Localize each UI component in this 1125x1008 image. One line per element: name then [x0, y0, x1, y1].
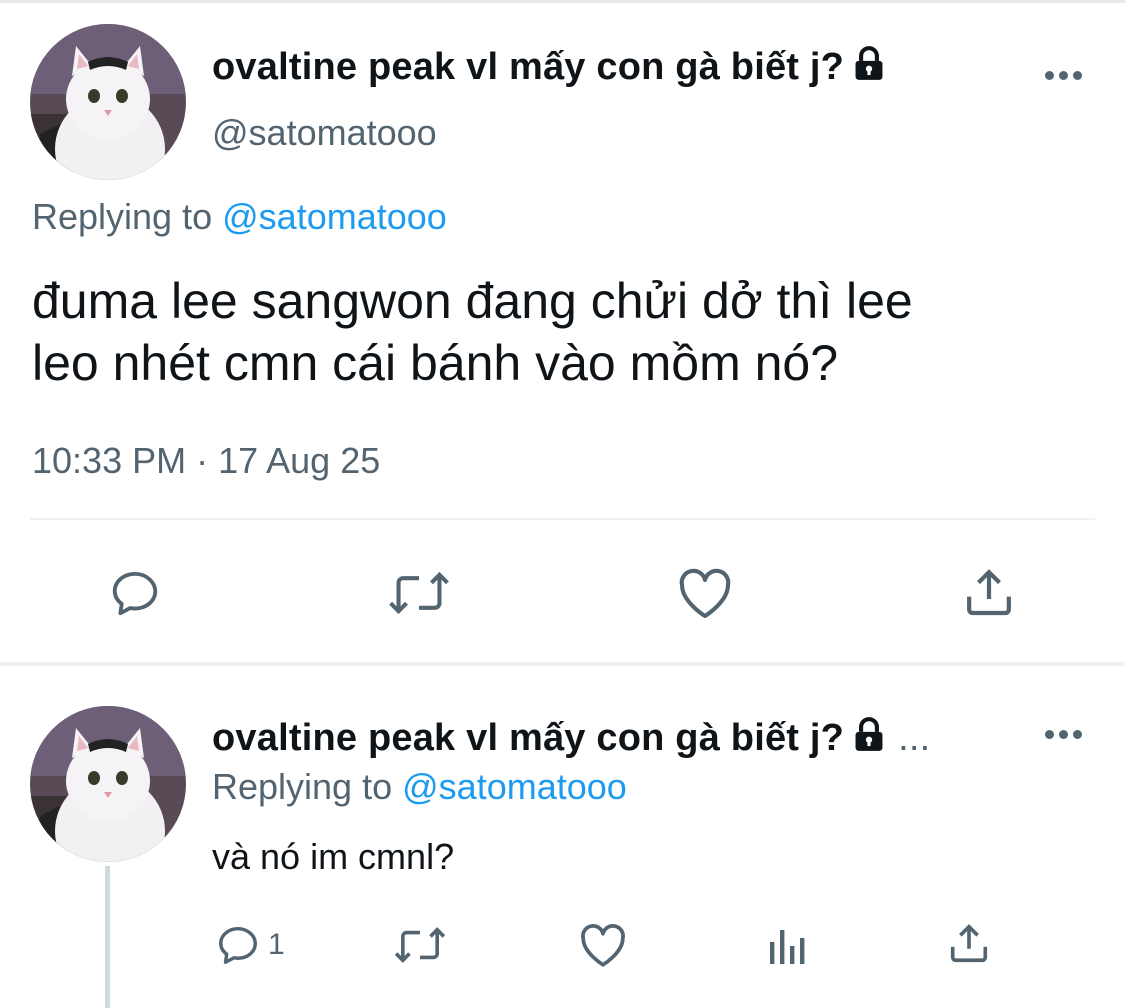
handle[interactable]: @satomatooo	[212, 112, 437, 154]
thread-line	[105, 866, 110, 1008]
reply-button[interactable]	[106, 566, 164, 620]
reply-text: và nó im cmnl?	[212, 836, 455, 877]
reply-reply-button[interactable]: 1	[214, 922, 285, 968]
truncation-ellipsis: ...	[898, 717, 931, 759]
reply-display-name[interactable]: ovaltine peak vl mấy con gà biết j?...	[212, 716, 930, 764]
cat-avatar-icon	[30, 706, 186, 862]
lock-icon	[850, 716, 888, 764]
reply-icon	[219, 926, 257, 964]
views-button[interactable]	[764, 924, 808, 968]
section-separator	[0, 662, 1125, 666]
timestamp[interactable]: 10:33 PM · 17 Aug 25	[32, 440, 380, 482]
more-options-icon[interactable]	[1045, 71, 1085, 83]
tweet-text: đuma lee sangwon đang chửi dở thì lee le…	[32, 273, 913, 391]
divider	[30, 518, 1095, 520]
like-icon	[679, 568, 731, 619]
like-icon	[581, 924, 625, 967]
share-button[interactable]	[960, 564, 1018, 620]
retweet-icon	[394, 927, 446, 963]
reply-like-button[interactable]	[578, 922, 628, 968]
lock-icon	[850, 45, 888, 93]
mention-link[interactable]: @satomatooo	[222, 196, 447, 237]
more-options-icon[interactable]	[1045, 730, 1085, 742]
reply-retweet-button[interactable]	[392, 924, 448, 966]
reply-icon	[112, 571, 158, 616]
mention-link[interactable]: @satomatooo	[402, 766, 627, 807]
retweet-button[interactable]	[386, 568, 452, 618]
reply-share-button[interactable]	[946, 920, 992, 966]
avatar[interactable]	[30, 24, 186, 180]
reply-count: 1	[268, 928, 285, 961]
reply-replying-to: Replying to @satomatooo	[212, 766, 627, 807]
views-icon	[770, 930, 805, 964]
reply-avatar[interactable]	[30, 706, 186, 862]
cat-avatar-icon	[30, 24, 186, 180]
top-border	[0, 0, 1125, 3]
retweet-icon	[389, 571, 449, 615]
display-name[interactable]: ovaltine peak vl mấy con gà biết j?	[212, 45, 888, 93]
like-button[interactable]	[676, 566, 734, 620]
share-icon	[950, 924, 988, 963]
replying-to: Replying to @satomatooo	[32, 196, 447, 237]
share-icon	[967, 569, 1011, 616]
